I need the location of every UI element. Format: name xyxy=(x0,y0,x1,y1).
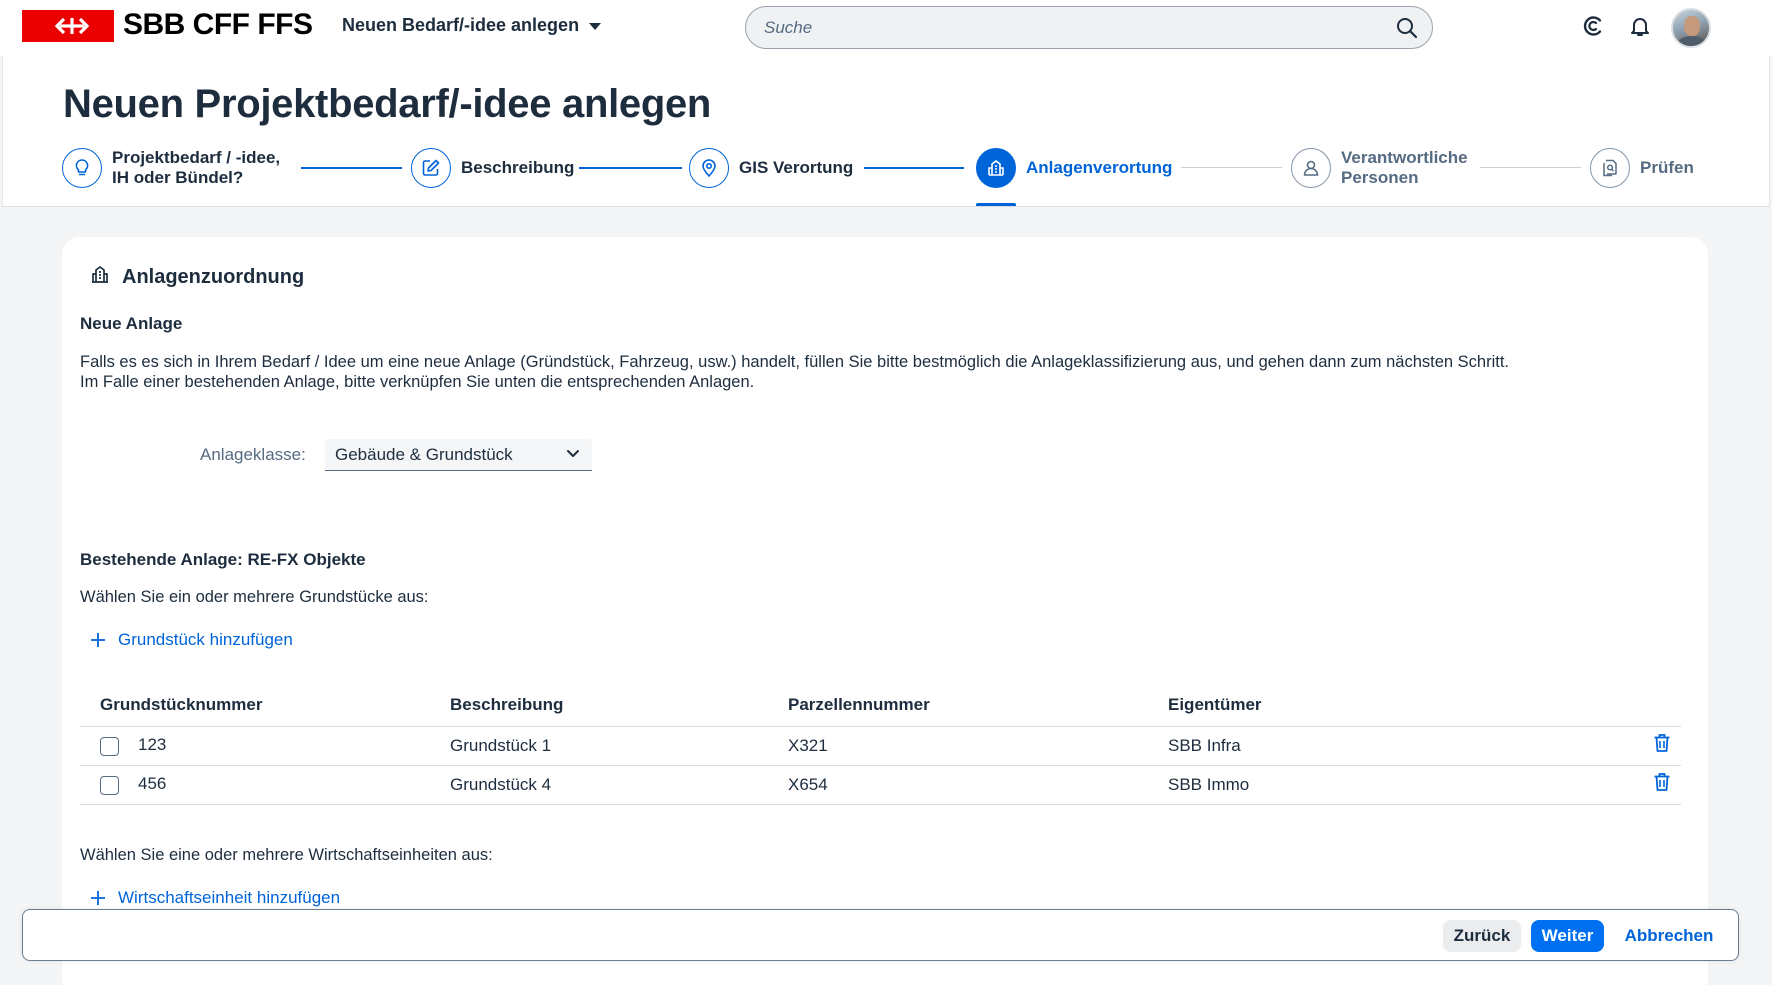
content-card: Anlagenzuordnung Neue Anlage Falls es es… xyxy=(62,237,1708,985)
step-label: Projektbedarf / -idee, xyxy=(112,148,281,167)
plot-owner: SBB Immo xyxy=(1168,765,1608,805)
avatar[interactable] xyxy=(1671,8,1711,48)
column-header[interactable]: Beschreibung xyxy=(450,685,788,727)
review-icon xyxy=(1590,148,1630,188)
step-label: Anlagenverortung xyxy=(1026,158,1173,177)
section-header: Anlagenzuordnung xyxy=(90,264,304,290)
search-input[interactable] xyxy=(764,7,1364,48)
add-unit-label: Wirtschaftseinheit hinzufügen xyxy=(118,888,341,907)
plot-number: 123 xyxy=(138,735,167,755)
add-plot-link[interactable]: Grundstück hinzufügen xyxy=(90,630,293,650)
step-connector xyxy=(1480,167,1581,168)
plot-owner: SBB Infra xyxy=(1168,726,1608,766)
bell-icon[interactable] xyxy=(1628,14,1652,43)
add-plot-label: Grundstück hinzufügen xyxy=(118,630,293,649)
step-verantwortliche-personen[interactable]: Verantwortliche Personen xyxy=(1291,148,1468,188)
page-title: Neuen Projektbedarf/-idee anlegen xyxy=(63,82,712,126)
column-header[interactable]: Grundstücknummer xyxy=(80,685,450,727)
step-beschreibung[interactable]: Beschreibung xyxy=(411,148,574,188)
chevron-down-icon xyxy=(567,450,579,457)
step-pruefen[interactable]: Prüfen xyxy=(1590,148,1694,188)
plot-parcel: X321 xyxy=(788,726,1168,766)
row-checkbox[interactable] xyxy=(100,736,119,756)
caret-down-icon xyxy=(589,23,602,30)
lightbulb-icon xyxy=(62,148,102,188)
plot-description: Grundstück 4 xyxy=(450,765,788,805)
column-header[interactable]: Parzellennummer xyxy=(788,685,1168,727)
plots-table: Grundstücknummer Beschreibung Parzellenn… xyxy=(80,685,1681,805)
cancel-button[interactable]: Abbrechen xyxy=(1614,920,1724,952)
step-gis-verortung[interactable]: GIS Verortung xyxy=(689,148,853,188)
table-row[interactable]: 123 Grundstück 1 X321 SBB Infra xyxy=(80,726,1681,766)
step-connector xyxy=(1181,167,1282,168)
units-prompt: Wählen Sie eine oder mehrere Wirtschafts… xyxy=(80,846,493,864)
asset-class-value: Gebäude & Grundstück xyxy=(335,444,513,464)
table-row[interactable]: 456 Grundstück 4 X654 SBB Immo xyxy=(80,765,1681,805)
plot-description: Grundstück 1 xyxy=(450,726,788,766)
step-projektbedarf[interactable]: Projektbedarf / -idee, IH oder Bündel? xyxy=(62,148,280,188)
next-button[interactable]: Weiter xyxy=(1531,920,1604,952)
copilot-icon[interactable] xyxy=(1581,14,1605,43)
step-label: Prüfen xyxy=(1640,158,1694,177)
active-step-indicator xyxy=(976,203,1016,206)
existing-asset-heading: Bestehende Anlage: RE-FX Objekte xyxy=(80,550,366,569)
app-title-menu[interactable]: Neuen Bedarf/-idee anlegen xyxy=(342,15,602,36)
table-header-row: Grundstücknummer Beschreibung Parzellenn… xyxy=(80,685,1681,727)
page-header: Neuen Projektbedarf/-idee anlegen Projek… xyxy=(2,56,1770,207)
asset-class-select[interactable]: Gebäude & Grundstück xyxy=(325,439,592,471)
new-asset-heading: Neue Anlage xyxy=(80,314,183,333)
search-field[interactable] xyxy=(745,6,1433,49)
app-title-label: Neuen Bedarf/-idee anlegen xyxy=(342,15,580,35)
step-connector xyxy=(301,167,402,169)
building-icon xyxy=(976,148,1016,188)
step-label: Verantwortliche xyxy=(1341,148,1468,167)
step-label: GIS Verortung xyxy=(739,158,854,177)
step-label: Beschreibung xyxy=(461,158,575,177)
sbb-logo-icon[interactable] xyxy=(22,10,114,42)
column-header[interactable]: Eigentümer xyxy=(1168,685,1608,727)
footer-toolbar: Zurück Weiter Abbrechen xyxy=(22,909,1739,961)
shell-bar: SBB CFF FFS Neuen Bedarf/-idee anlegen xyxy=(0,0,1772,56)
location-pin-icon xyxy=(689,148,729,188)
person-icon xyxy=(1291,148,1331,188)
asset-class-label: Anlageklasse: xyxy=(200,445,306,464)
add-unit-link[interactable]: Wirtschaftseinheit hinzufügen xyxy=(90,888,340,908)
step-anlagenverortung[interactable]: Anlagenverortung xyxy=(976,148,1172,188)
row-checkbox[interactable] xyxy=(100,775,119,795)
step-label: Personen xyxy=(1341,168,1419,187)
plot-number: 456 xyxy=(138,774,167,794)
back-button[interactable]: Zurück xyxy=(1443,920,1521,952)
step-connector xyxy=(579,167,682,169)
plots-prompt: Wählen Sie ein oder mehrere Grundstücke … xyxy=(80,588,429,606)
step-label: IH oder Bündel? xyxy=(112,168,244,187)
trash-icon[interactable] xyxy=(1653,734,1671,757)
description-line: Im Falle einer bestehenden Anlage, bitte… xyxy=(80,373,755,391)
plus-icon xyxy=(91,633,105,647)
edit-icon xyxy=(411,148,451,188)
column-header-actions xyxy=(1608,685,1681,727)
trash-icon[interactable] xyxy=(1653,773,1671,796)
section-title: Anlagenzuordnung xyxy=(122,265,305,288)
brand-name: SBB CFF FFS xyxy=(123,8,313,41)
new-asset-description: Falls es es sich in Ihrem Bedarf / Idee … xyxy=(80,352,1509,392)
step-connector xyxy=(864,167,964,169)
search-icon[interactable] xyxy=(1396,17,1418,44)
plus-icon xyxy=(91,891,105,905)
plot-parcel: X654 xyxy=(788,765,1168,805)
building-icon xyxy=(90,264,110,290)
description-line: Falls es es sich in Ihrem Bedarf / Idee … xyxy=(80,353,1509,371)
